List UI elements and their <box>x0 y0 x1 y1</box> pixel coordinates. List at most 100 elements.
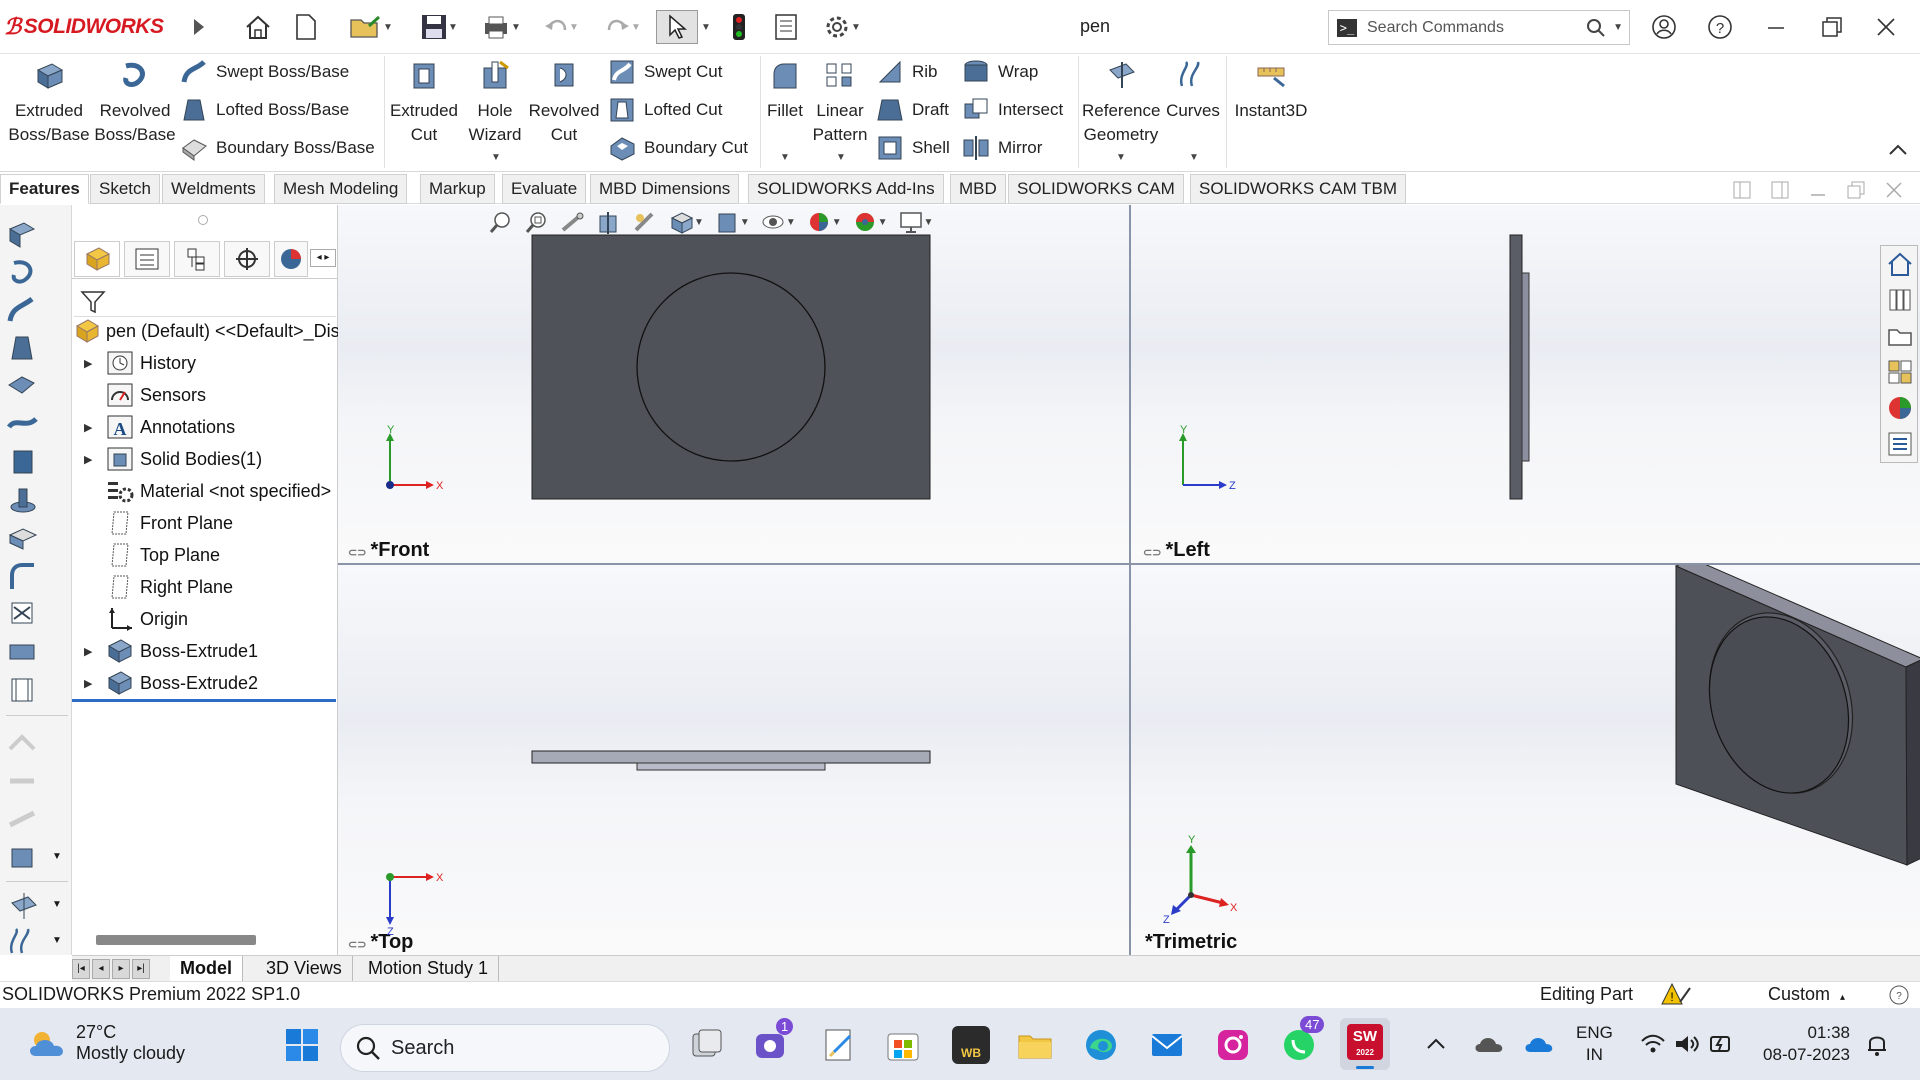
instagram-icon[interactable] <box>1214 1026 1252 1064</box>
tab-markup[interactable]: Markup <box>420 174 495 204</box>
tab-solidworks-cam-tbm[interactable]: SOLIDWORKS CAM TBM <box>1190 174 1407 204</box>
expand-arrow-icon[interactable]: ▶ <box>84 357 98 370</box>
search-commands-field[interactable]: >_ Search Commands ▼ <box>1328 10 1630 45</box>
viewport-restore-icon[interactable] <box>1846 180 1866 205</box>
minimize-icon[interactable] <box>1756 8 1796 46</box>
tree-item-origin[interactable]: Origin <box>72 603 188 635</box>
shell-shortcut-icon[interactable] <box>6 675 40 705</box>
tree-item-sensors[interactable]: Sensors <box>72 379 206 411</box>
reference-plane-shortcut-icon[interactable] <box>6 891 40 921</box>
unit-system-selector[interactable]: Custom ▴ <box>1768 984 1845 1005</box>
open-file-icon[interactable]: ▼ <box>346 10 396 44</box>
mirror-button[interactable]: Mirror <box>962 133 1042 163</box>
task-view-icon[interactable] <box>688 1026 726 1064</box>
hole-wizard-button[interactable]: Hole Wizard <box>462 60 528 147</box>
filter-icon[interactable] <box>80 289 106 315</box>
display-style-control[interactable]: ▼ <box>714 210 750 234</box>
tile-right-icon[interactable] <box>1770 180 1790 205</box>
file-explorer-taskbar-icon[interactable] <box>1016 1026 1054 1064</box>
dynamic-annotation-icon[interactable] <box>632 210 658 234</box>
lofted-boss-shortcut-icon[interactable] <box>6 333 40 363</box>
boundary-boss-shortcut-icon[interactable] <box>6 371 40 401</box>
solidworks-logo[interactable]: ℬ SOLIDWORKS <box>4 12 164 42</box>
tab-navigation-arrows[interactable]: |◂ ◂ ▸ ▸| <box>72 959 150 979</box>
tab-motion-study-1[interactable]: Motion Study 1 <box>358 956 500 982</box>
swept-cut-button[interactable]: Swept Cut <box>608 57 722 87</box>
extruded-boss-button[interactable]: Extruded Boss/Base <box>8 60 90 147</box>
mail-icon[interactable] <box>1148 1026 1186 1064</box>
rebuild-icon[interactable] <box>726 10 752 44</box>
tab-model[interactable]: Model <box>170 956 243 982</box>
tree-item-top-plane[interactable]: Top Plane <box>72 539 220 571</box>
expand-arrow-icon[interactable]: ▶ <box>84 645 98 658</box>
swept-boss-button[interactable]: Swept Boss/Base <box>180 57 349 87</box>
custom-properties-icon[interactable] <box>1886 430 1914 458</box>
revolved-cut-shortcut-icon[interactable] <box>6 523 40 553</box>
revolved-boss-shortcut-icon[interactable] <box>6 257 40 287</box>
redo-icon[interactable]: ▼ <box>598 10 648 44</box>
battery-charging-icon[interactable] <box>1708 1032 1734 1056</box>
view-orientation-control[interactable]: ▼ <box>668 210 704 234</box>
last-tab-icon[interactable]: ▸| <box>132 959 150 979</box>
linear-pattern-button[interactable]: Linear Pattern <box>812 60 868 147</box>
solidworks-taskbar-button[interactable]: SW 2022 <box>1340 1018 1390 1070</box>
previous-tab-icon[interactable]: ◂ <box>92 959 110 979</box>
select-icon[interactable] <box>656 10 698 44</box>
zoom-to-fit-icon[interactable] <box>488 210 514 234</box>
curves-shortcut-icon[interactable] <box>6 927 40 957</box>
wifi-icon[interactable] <box>1640 1032 1666 1056</box>
new-document-icon[interactable] <box>288 10 324 44</box>
edge-browser-icon[interactable] <box>1082 1026 1120 1064</box>
display-manager-tab[interactable] <box>274 241 308 277</box>
search-dropdown-icon[interactable]: ▼ <box>1613 22 1623 33</box>
revolved-cut-button[interactable]: Revolved Cut <box>528 60 600 147</box>
pattern-shortcut-icon[interactable] <box>6 599 40 629</box>
notifications-bell-icon[interactable] <box>1864 1030 1890 1058</box>
filter-bar[interactable] <box>74 285 336 317</box>
reference-geometry-button[interactable]: Reference Geometry <box>1082 60 1160 147</box>
rib-shortcut-icon[interactable] <box>6 637 40 667</box>
help-icon[interactable]: ? <box>1700 8 1740 46</box>
tree-item-material[interactable]: Material <not specified> <box>72 475 331 507</box>
shell-button[interactable]: Shell <box>876 133 950 163</box>
show-hidden-icons-chevron-icon[interactable] <box>1424 1032 1448 1056</box>
file-properties-icon[interactable] <box>770 10 802 44</box>
feature-tree-root[interactable]: pen (Default) <<Default>_Dis <box>72 315 340 347</box>
tab-evaluate[interactable]: Evaluate <box>502 174 587 204</box>
extruded-boss-shortcut-icon[interactable] <box>6 219 40 249</box>
tree-item-annotations[interactable]: ▶ A Annotations <box>72 411 235 443</box>
next-tab-icon[interactable]: ▸ <box>112 959 130 979</box>
design-library-icon[interactable] <box>1886 286 1914 314</box>
viewport-close-icon[interactable] <box>1884 180 1904 205</box>
options-gear-icon[interactable]: ▼ <box>814 10 870 44</box>
tab-mesh-modeling[interactable]: Mesh Modeling <box>274 174 408 204</box>
close-icon[interactable] <box>1866 8 1906 46</box>
print-icon[interactable]: ▼ <box>474 10 528 44</box>
tree-item-front-plane[interactable]: Front Plane <box>72 507 233 539</box>
expand-arrow-icon[interactable]: ▶ <box>84 453 98 466</box>
tree-item-boss-extrude1[interactable]: ▶ Boss-Extrude1 <box>72 635 258 667</box>
panel-grip-icon[interactable] <box>198 215 208 225</box>
viewport-minimize-icon[interactable] <box>1808 180 1828 205</box>
dimxpert-tab[interactable] <box>224 241 270 277</box>
windows-start-icon[interactable] <box>283 1026 321 1064</box>
tab-sketch[interactable]: Sketch <box>90 174 160 204</box>
home-icon[interactable] <box>240 10 276 44</box>
draft-button[interactable]: Draft <box>876 95 949 125</box>
select-dropdown-icon[interactable]: ▼ <box>698 10 714 44</box>
configuration-manager-tab[interactable] <box>174 241 220 277</box>
pattern-dropdown-icon[interactable]: ▼ <box>836 152 846 163</box>
hole-shortcut-icon[interactable] <box>6 485 40 515</box>
reference-geometry-dropdown-icon[interactable]: ▼ <box>1116 152 1126 163</box>
rebuild-warning-icon[interactable]: ! <box>1660 982 1692 1008</box>
swept-cut-shortcut-icon[interactable] <box>6 409 40 439</box>
tile-left-icon[interactable] <box>1732 180 1752 205</box>
fillet-shortcut-icon[interactable] <box>6 561 40 591</box>
horizontal-scrollbar[interactable] <box>96 935 256 945</box>
tab-3d-views[interactable]: 3D Views <box>256 956 353 982</box>
lofted-boss-button[interactable]: Lofted Boss/Base <box>180 95 349 125</box>
expand-arrow-icon[interactable]: ▶ <box>84 677 98 690</box>
onedrive-gray-cloud-icon[interactable] <box>1474 1032 1504 1056</box>
extruded-cut-button[interactable]: Extruded Cut <box>388 60 460 147</box>
curves-dropdown-icon[interactable]: ▼ <box>1189 152 1199 163</box>
